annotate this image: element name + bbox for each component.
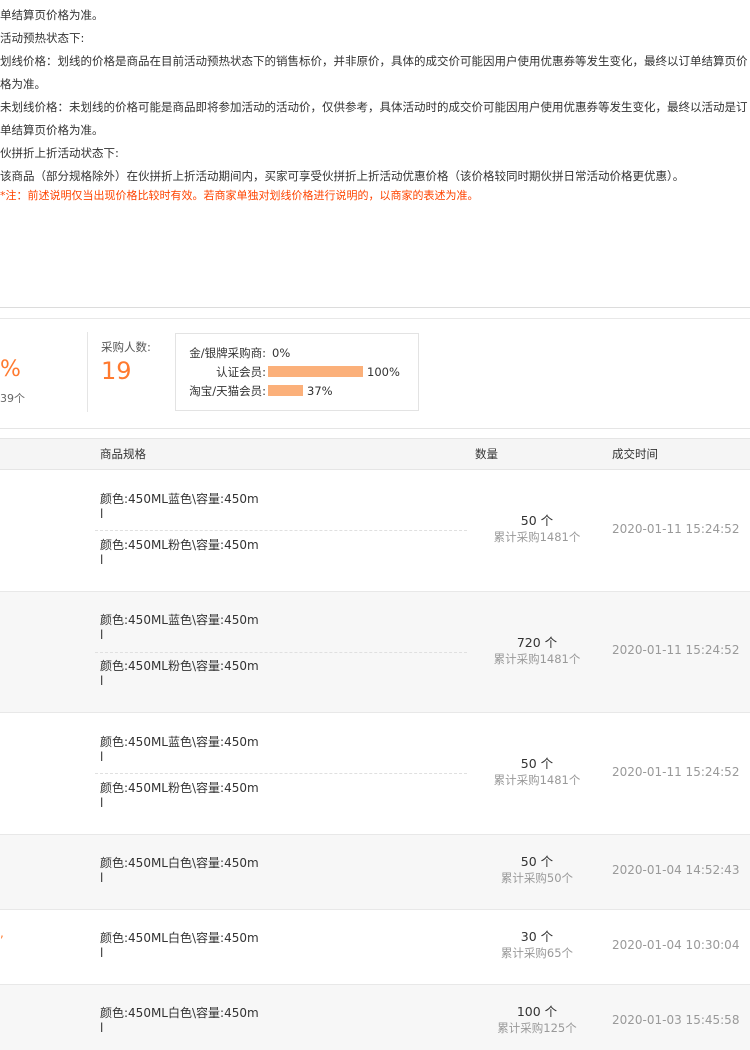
buyer-distribution-panel: 金/银牌采购商: 0% 认证会员: 100% 淘宝/天猫会员: 37% [175, 333, 419, 411]
quantity-value: 720 个 [516, 635, 558, 650]
buyers-count: 19 [101, 357, 132, 385]
spec-text: 颜色:450ML白色\容量:450ml [100, 931, 259, 960]
deal-time: 2020-01-11 15:24:52 [612, 522, 740, 536]
quantity-value: 50 个 [520, 513, 554, 528]
deal-time: 2020-01-11 15:24:52 [612, 643, 740, 657]
spec-text: 颜色:450ML蓝色\容量:450ml [100, 613, 259, 642]
header-time: 成交时间 [612, 447, 658, 461]
distribution-label: 认证会员: [216, 365, 266, 379]
distribution-label: 金/银牌采购商: [189, 346, 266, 360]
deal-time: 2020-01-03 15:45:58 [612, 1013, 740, 1027]
quantity-cell: 30 个 累计采购65个 [467, 929, 607, 961]
repeat-rate-value: % [0, 357, 21, 382]
cumulative-purchase: 累计采购1481个 [493, 652, 581, 666]
spec-text: 颜色:450ML蓝色\容量:450ml [100, 492, 259, 521]
spec-text: 颜色:450ML蓝色\容量:450ml [100, 735, 259, 764]
spec-divider [95, 652, 467, 653]
notice-heading: 活动预热状态下: [0, 31, 85, 45]
notice-line: 划线价格：划线的价格是商品在目前活动预热状态下的销售标价，并非原价，具体的成交价… [0, 54, 748, 68]
spec-divider [95, 530, 467, 531]
header-quantity: 数量 [475, 447, 498, 461]
notice-heading: 伙拼折上折活动状态下: [0, 146, 119, 160]
divider [0, 307, 750, 308]
quantity-value: 30 个 [520, 929, 554, 944]
repeat-count-value: 39个 [0, 392, 25, 405]
deal-time: 2020-01-04 14:52:43 [612, 863, 740, 877]
distribution-row: 认证会员: 100% [176, 363, 420, 381]
cumulative-purchase: 累计采购1481个 [493, 773, 581, 787]
spec-text: 颜色:450ML白色\容量:450ml [100, 1006, 259, 1035]
notice-line: 单结算页价格为准。 [0, 123, 104, 137]
quantity-cell: 50 个 累计采购1481个 [467, 513, 607, 545]
distribution-bar [268, 366, 363, 377]
notice-line: 格为准。 [0, 77, 46, 91]
quantity-cell: 50 个 累计采购50个 [467, 854, 607, 886]
header-spec: 商品规格 [100, 447, 146, 461]
table-row: , 颜色:450ML白色\容量:450ml 30 个 累计采购65个 2020-… [0, 910, 750, 985]
spec-text: 颜色:450ML粉色\容量:450ml [100, 659, 259, 688]
spec-text: 颜色:450ML粉色\容量:450ml [100, 781, 259, 810]
cumulative-purchase: 累计采购65个 [500, 946, 574, 960]
table-row: 颜色:450ML白色\容量:450ml 50 个 累计采购50个 2020-01… [0, 835, 750, 910]
transaction-table-header: 商品规格 数量 成交时间 [0, 438, 750, 470]
divider [0, 428, 750, 429]
distribution-bar [268, 385, 303, 396]
spec-text: 颜色:450ML粉色\容量:450ml [100, 538, 259, 567]
cumulative-purchase: 累计采购1481个 [493, 530, 581, 544]
notice-line: 未划线价格：未划线的价格可能是商品即将参加活动的活动价，仅供参考，具体活动时的成… [0, 100, 748, 114]
quantity-cell: 50 个 累计采购1481个 [467, 756, 607, 788]
table-row: 颜色:450ML蓝色\容量:450ml 颜色:450ML粉色\容量:450ml … [0, 713, 750, 835]
distribution-row: 淘宝/天猫会员: 37% [176, 382, 420, 400]
table-row: 颜色:450ML蓝色\容量:450ml 颜色:450ML粉色\容量:450ml … [0, 592, 750, 713]
table-row: 颜色:450ML蓝色\容量:450ml 颜色:450ML粉色\容量:450ml … [0, 470, 750, 592]
table-row: 颜色:450ML白色\容量:450ml 100 个 累计采购125个 2020-… [0, 985, 750, 1050]
distribution-percent: 0% [272, 346, 291, 360]
quantity-cell: 720 个 累计采购1481个 [467, 635, 607, 667]
buyers-label: 采购人数: [101, 340, 151, 354]
divider [0, 318, 750, 319]
notice-line: 单结算页价格为准。 [0, 8, 104, 22]
deal-time: 2020-01-04 10:30:04 [612, 938, 740, 952]
notice-warning: *注：前述说明仅当出现价格比较时有效。若商家单独对划线价格进行说明的，以商家的表… [0, 189, 479, 202]
cumulative-purchase: 累计采购50个 [500, 871, 574, 885]
cumulative-purchase: 累计采购125个 [497, 1021, 577, 1035]
distribution-row: 金/银牌采购商: 0% [176, 344, 420, 362]
distribution-percent: 37% [307, 384, 333, 398]
edge-mark: , [0, 926, 4, 940]
distribution-percent: 100% [367, 365, 400, 379]
deal-time: 2020-01-11 15:24:52 [612, 765, 740, 779]
quantity-value: 100 个 [516, 1004, 558, 1019]
spec-divider [95, 773, 467, 774]
spec-text: 颜色:450ML白色\容量:450ml [100, 856, 259, 885]
quantity-cell: 100 个 累计采购125个 [467, 1004, 607, 1036]
notice-line: 该商品（部分规格除外）在伙拼折上折活动期间内，买家可享受伙拼折上折活动优惠价格（… [0, 169, 685, 183]
quantity-value: 50 个 [520, 854, 554, 869]
quantity-value: 50 个 [520, 756, 554, 771]
distribution-label: 淘宝/天猫会员: [189, 384, 266, 398]
divider [87, 332, 88, 412]
